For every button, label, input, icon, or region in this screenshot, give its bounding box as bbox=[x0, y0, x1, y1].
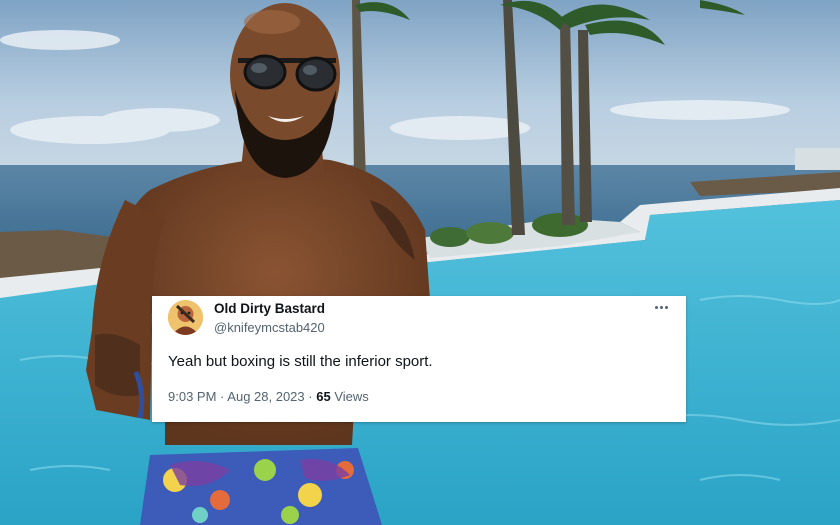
tweet-time[interactable]: 9:03 PM bbox=[168, 389, 216, 404]
tattoo-arm bbox=[95, 333, 140, 397]
more-dot bbox=[654, 305, 658, 309]
meta-separator: · bbox=[220, 389, 225, 404]
avatar[interactable] bbox=[168, 300, 203, 335]
tweet-card[interactable]: Old Dirty Bastard @knifeymcstab420 Yeah … bbox=[152, 296, 686, 422]
display-name[interactable]: Old Dirty Bastard bbox=[214, 301, 325, 316]
tweet-date[interactable]: Aug 28, 2023 bbox=[227, 389, 304, 404]
tweet-meta: 9:03 PM · Aug 28, 2023 · 65 Views bbox=[168, 389, 369, 404]
views-count: 65 bbox=[316, 389, 331, 404]
background-photo bbox=[0, 0, 840, 525]
views-label: Views bbox=[334, 389, 369, 404]
swim-shorts bbox=[140, 448, 382, 525]
meta-separator: · bbox=[308, 389, 313, 404]
more-dot bbox=[664, 305, 668, 309]
sky bbox=[0, 0, 840, 180]
tweet-text: Yeah but boxing is still the inferior sp… bbox=[168, 353, 433, 370]
more-dot bbox=[659, 305, 663, 309]
building-right bbox=[795, 148, 840, 170]
user-handle[interactable]: @knifeymcstab420 bbox=[214, 320, 325, 335]
more-horizontal-icon[interactable] bbox=[650, 299, 672, 315]
head-shine bbox=[244, 10, 300, 34]
